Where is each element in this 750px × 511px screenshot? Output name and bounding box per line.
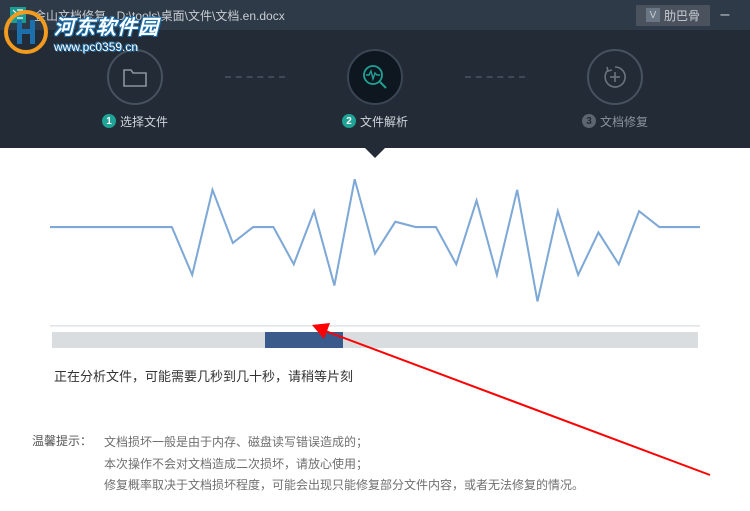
tip-line: 文档损坏一般是由于内存、磁盘读写错误造成的； — [104, 432, 584, 454]
minimize-button[interactable]: – — [710, 6, 740, 24]
analysis-chart — [0, 148, 750, 328]
user-name: 肋巴骨 — [664, 7, 700, 24]
step-connector — [465, 76, 525, 78]
watermark-url: www.pc0359.cn — [54, 40, 159, 54]
analyze-icon — [347, 49, 403, 105]
status-text: 正在分析文件，可能需要几秒到几十秒，请稍等片刻 — [0, 348, 750, 403]
watermark-logo — [4, 10, 48, 54]
watermark: 河东软件园 www.pc0359.cn — [0, 6, 163, 58]
active-step-pointer — [363, 146, 387, 158]
step-parse-file: 2文件解析 — [285, 49, 465, 130]
progress-fill — [265, 332, 343, 348]
user-badge[interactable]: V 肋巴骨 — [636, 5, 710, 26]
tips-label: 温馨提示： — [32, 432, 92, 497]
progress-bar — [0, 332, 750, 348]
step-connector — [225, 76, 285, 78]
tip-line: 修复概率取决于文档损坏程度，可能会出现只能修复部分文件内容，或者无法修复的情况。 — [104, 475, 584, 497]
step-select-file: 1选择文件 — [45, 49, 225, 130]
tips-lines: 文档损坏一般是由于内存、磁盘读写错误造成的； 本次操作不会对文档造成二次损坏，请… — [104, 432, 584, 497]
step-repair-doc: 3文档修复 — [525, 49, 705, 130]
vip-icon: V — [646, 8, 660, 22]
watermark-text: 河东软件园 — [54, 11, 159, 40]
tip-line: 本次操作不会对文档造成二次损坏，请放心使用； — [104, 454, 584, 476]
repair-icon — [587, 49, 643, 105]
tips-section: 温馨提示： 文档损坏一般是由于内存、磁盘读写错误造成的； 本次操作不会对文档造成… — [0, 418, 750, 511]
